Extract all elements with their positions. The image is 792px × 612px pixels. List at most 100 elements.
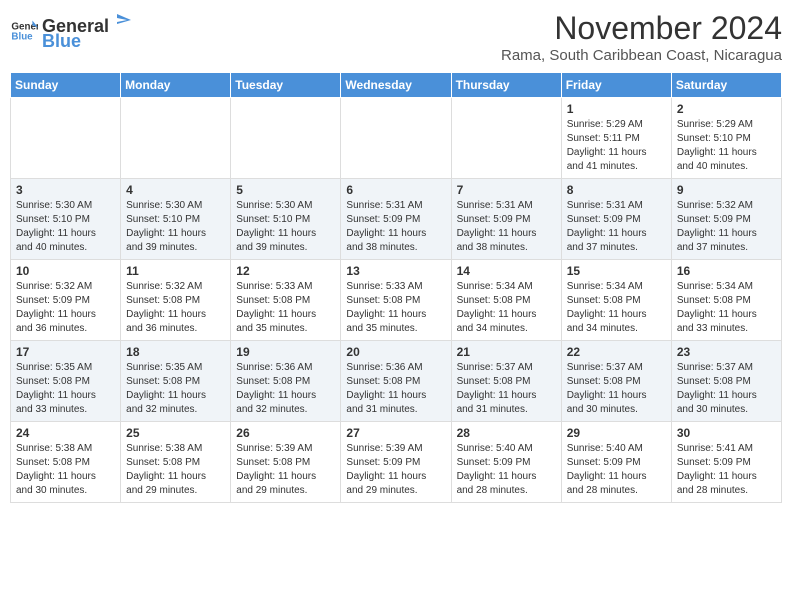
calendar-day-cell: 9Sunrise: 5:32 AM Sunset: 5:09 PM Daylig… [671,179,781,260]
title-block: November 2024 Rama, South Caribbean Coas… [501,10,782,64]
calendar-header-row: SundayMondayTuesdayWednesdayThursdayFrid… [11,73,782,98]
weekday-header-friday: Friday [561,73,671,98]
calendar-week-row: 17 Sunrise: 5:35 AM Sunset: 5:08 PM Dayli… [11,341,782,422]
day-number: 11 [126,264,225,278]
calendar-day-cell: 13Sunrise: 5:33 AM Sunset: 5:08 PM Dayli… [341,260,451,341]
day-number: 6 [346,183,445,197]
calendar-day-cell: 22 Sunrise: 5:37 AM Sunset: 5:08 PM Dayli… [561,341,671,422]
day-info: Sunrise: 5:31 AM Sunset: 5:09 PM Dayligh… [567,199,666,255]
calendar-day-cell: 29 Sunrise: 5:40 AM Sunset: 5:09 PM Dayli… [561,422,671,503]
day-info: Sunrise: 5:32 AM Sunset: 5:09 PM Dayligh… [16,280,115,336]
day-number: 1 [567,102,666,116]
day-info: Sunrise: 5:34 AM Sunset: 5:08 PM Dayligh… [567,280,666,336]
day-number: 18 [126,345,225,359]
logo-bird-icon [109,10,131,32]
day-info: Sunrise: 5:33 AM Sunset: 5:08 PM Dayligh… [346,280,445,336]
day-number: 19 [236,345,335,359]
calendar-day-cell: 28 Sunrise: 5:40 AM Sunset: 5:09 PM Dayli… [451,422,561,503]
logo-icon: General Blue [10,17,38,45]
day-number: 8 [567,183,666,197]
day-info: Sunrise: 5:39 AM Sunset: 5:08 PM Dayligh… [236,442,335,498]
svg-text:Blue: Blue [11,31,33,42]
day-info: Sunrise: 5:36 AM Sunset: 5:08 PM Dayligh… [236,361,335,417]
calendar-day-cell: 23Sunrise: 5:37 AM Sunset: 5:08 PM Dayli… [671,341,781,422]
day-info: Sunrise: 5:33 AM Sunset: 5:08 PM Dayligh… [236,280,335,336]
page-header: General Blue General Blue November 2024 … [10,10,782,64]
day-info: Sunrise: 5:39 AM Sunset: 5:09 PM Dayligh… [346,442,445,498]
day-number: 29 [567,426,666,440]
logo: General Blue General Blue [10,10,131,52]
day-info: Sunrise: 5:37 AM Sunset: 5:08 PM Dayligh… [567,361,666,417]
weekday-header-thursday: Thursday [451,73,561,98]
calendar-day-cell: 2 Sunrise: 5:29 AM Sunset: 5:10 PM Daylig… [671,98,781,179]
day-number: 5 [236,183,335,197]
weekday-header-wednesday: Wednesday [341,73,451,98]
weekday-header-sunday: Sunday [11,73,121,98]
day-number: 30 [677,426,776,440]
day-info: Sunrise: 5:38 AM Sunset: 5:08 PM Dayligh… [126,442,225,498]
calendar-day-cell: 10 Sunrise: 5:32 AM Sunset: 5:09 PM Dayli… [11,260,121,341]
calendar-day-cell: 15 Sunrise: 5:34 AM Sunset: 5:08 PM Dayli… [561,260,671,341]
calendar-day-cell: 20Sunrise: 5:36 AM Sunset: 5:08 PM Dayli… [341,341,451,422]
day-info: Sunrise: 5:35 AM Sunset: 5:08 PM Dayligh… [126,361,225,417]
day-number: 16 [677,264,776,278]
day-info: Sunrise: 5:29 AM Sunset: 5:10 PM Dayligh… [677,118,776,174]
day-number: 10 [16,264,115,278]
month-title: November 2024 [501,10,782,47]
day-number: 3 [16,183,115,197]
weekday-header-monday: Monday [121,73,231,98]
calendar-day-cell: 27 Sunrise: 5:39 AM Sunset: 5:09 PM Dayli… [341,422,451,503]
day-number: 15 [567,264,666,278]
day-number: 28 [457,426,556,440]
day-info: Sunrise: 5:30 AM Sunset: 5:10 PM Dayligh… [126,199,225,255]
day-info: Sunrise: 5:34 AM Sunset: 5:08 PM Dayligh… [457,280,556,336]
day-info: Sunrise: 5:34 AM Sunset: 5:08 PM Dayligh… [677,280,776,336]
calendar-day-cell [341,98,451,179]
day-number: 26 [236,426,335,440]
day-info: Sunrise: 5:37 AM Sunset: 5:08 PM Dayligh… [457,361,556,417]
calendar-week-row: 1 Sunrise: 5:29 AM Sunset: 5:11 PM Daylig… [11,98,782,179]
calendar-day-cell: 25 Sunrise: 5:38 AM Sunset: 5:08 PM Dayli… [121,422,231,503]
day-number: 21 [457,345,556,359]
calendar-table: SundayMondayTuesdayWednesdayThursdayFrid… [10,72,782,503]
calendar-week-row: 10 Sunrise: 5:32 AM Sunset: 5:09 PM Dayli… [11,260,782,341]
day-info: Sunrise: 5:29 AM Sunset: 5:11 PM Dayligh… [567,118,666,174]
day-info: Sunrise: 5:31 AM Sunset: 5:09 PM Dayligh… [457,199,556,255]
calendar-day-cell: 6 Sunrise: 5:31 AM Sunset: 5:09 PM Daylig… [341,179,451,260]
day-info: Sunrise: 5:32 AM Sunset: 5:08 PM Dayligh… [126,280,225,336]
day-number: 20 [346,345,445,359]
calendar-day-cell: 11 Sunrise: 5:32 AM Sunset: 5:08 PM Dayli… [121,260,231,341]
calendar-week-row: 3 Sunrise: 5:30 AM Sunset: 5:10 PM Daylig… [11,179,782,260]
day-number: 12 [236,264,335,278]
location-subtitle: Rama, South Caribbean Coast, Nicaragua [501,47,782,64]
calendar-day-cell: 8 Sunrise: 5:31 AM Sunset: 5:09 PM Daylig… [561,179,671,260]
weekday-header-tuesday: Tuesday [231,73,341,98]
day-info: Sunrise: 5:40 AM Sunset: 5:09 PM Dayligh… [567,442,666,498]
day-number: 7 [457,183,556,197]
calendar-day-cell: 5Sunrise: 5:30 AM Sunset: 5:10 PM Daylig… [231,179,341,260]
day-number: 24 [16,426,115,440]
day-number: 9 [677,183,776,197]
calendar-week-row: 24 Sunrise: 5:38 AM Sunset: 5:08 PM Dayli… [11,422,782,503]
calendar-day-cell: 4 Sunrise: 5:30 AM Sunset: 5:10 PM Daylig… [121,179,231,260]
calendar-day-cell: 7 Sunrise: 5:31 AM Sunset: 5:09 PM Daylig… [451,179,561,260]
day-number: 23 [677,345,776,359]
day-number: 22 [567,345,666,359]
calendar-day-cell: 19 Sunrise: 5:36 AM Sunset: 5:08 PM Dayli… [231,341,341,422]
calendar-day-cell [121,98,231,179]
calendar-day-cell [231,98,341,179]
calendar-day-cell: 16 Sunrise: 5:34 AM Sunset: 5:08 PM Dayli… [671,260,781,341]
day-info: Sunrise: 5:40 AM Sunset: 5:09 PM Dayligh… [457,442,556,498]
day-number: 17 [16,345,115,359]
day-info: Sunrise: 5:31 AM Sunset: 5:09 PM Dayligh… [346,199,445,255]
day-number: 25 [126,426,225,440]
day-number: 4 [126,183,225,197]
calendar-day-cell: 17 Sunrise: 5:35 AM Sunset: 5:08 PM Dayli… [11,341,121,422]
weekday-header-saturday: Saturday [671,73,781,98]
day-number: 2 [677,102,776,116]
day-info: Sunrise: 5:41 AM Sunset: 5:09 PM Dayligh… [677,442,776,498]
day-number: 27 [346,426,445,440]
calendar-day-cell: 24Sunrise: 5:38 AM Sunset: 5:08 PM Dayli… [11,422,121,503]
calendar-day-cell [451,98,561,179]
day-info: Sunrise: 5:35 AM Sunset: 5:08 PM Dayligh… [16,361,115,417]
